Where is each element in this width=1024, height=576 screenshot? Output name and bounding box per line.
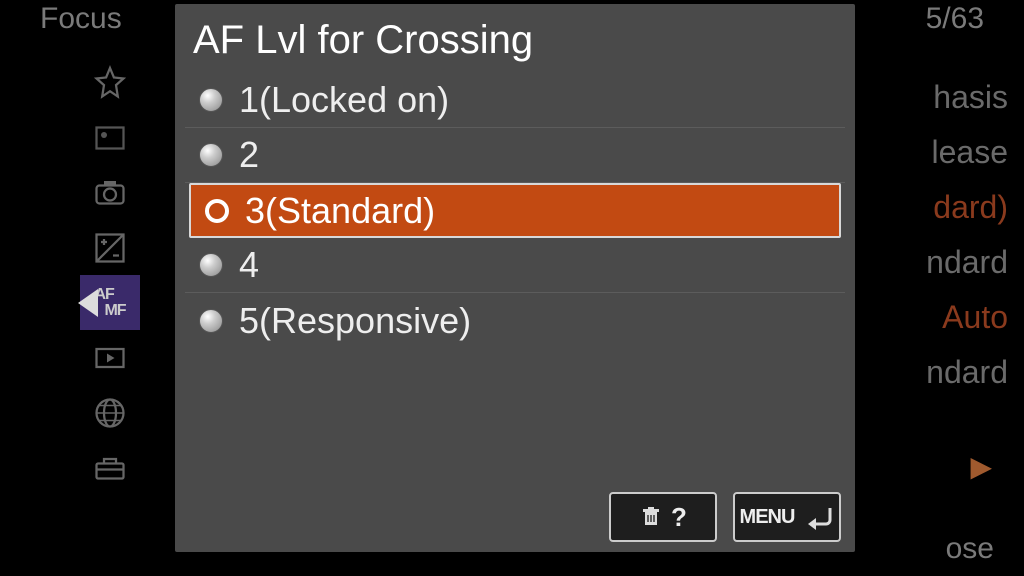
bg-value: hasis [926, 70, 1008, 125]
option-2[interactable]: 2 [185, 128, 845, 183]
globe-icon [92, 395, 128, 431]
option-label: 1(Locked on) [239, 79, 449, 121]
bg-value: ndard [926, 235, 1008, 290]
option-label: 4 [239, 244, 259, 286]
sidebar-item-exposure[interactable] [80, 110, 140, 165]
sidebar-item-setup[interactable] [80, 440, 140, 495]
options-dialog: AF Lvl for Crossing 1(Locked on) 2 3(Sta… [175, 4, 855, 552]
bg-header-left: Focus [40, 2, 122, 36]
active-indicator-icon [78, 289, 98, 317]
radio-icon [199, 253, 223, 277]
option-1-locked-on[interactable]: 1(Locked on) [185, 73, 845, 128]
sidebar-item-network[interactable] [80, 385, 140, 440]
radio-icon [199, 88, 223, 112]
camera-icon [92, 175, 128, 211]
dialog-footer: ? MENU [175, 482, 855, 552]
bg-value: Auto [926, 290, 1008, 345]
exposure-icon [92, 230, 128, 266]
sidebar-item-exposure-comp[interactable] [80, 220, 140, 275]
trash-icon [639, 505, 663, 529]
bg-value: dard) [926, 180, 1008, 235]
toolbox-icon [92, 450, 128, 486]
back-button[interactable]: MENU [733, 492, 841, 542]
option-label: 2 [239, 134, 259, 176]
image-icon [92, 120, 128, 156]
option-label: 5(Responsive) [239, 300, 471, 342]
sidebar-item-camera[interactable] [80, 165, 140, 220]
sidebar-item-star[interactable] [80, 55, 140, 110]
radio-icon [199, 309, 223, 333]
sidebar-item-afmf[interactable]: AF MF [80, 275, 140, 330]
menu-label: MENU [740, 506, 795, 529]
bg-scroll-arrow-icon: ▶ [970, 450, 992, 483]
bg-header-right: 5/63 [926, 2, 984, 36]
sidebar-item-playback[interactable] [80, 330, 140, 385]
bg-value: ndard [926, 345, 1008, 400]
sidebar: AF MF [80, 55, 150, 495]
bg-close-label: ose [946, 532, 994, 566]
star-icon [92, 65, 128, 101]
option-3-standard[interactable]: 3(Standard) [189, 183, 841, 238]
help-label: ? [671, 502, 687, 533]
afmf-label: AF MF [94, 287, 125, 319]
bg-right-values: hasis lease dard) ndard Auto ndard [926, 70, 1008, 400]
options-list: 1(Locked on) 2 3(Standard) 4 5(Responsiv… [175, 73, 855, 482]
radio-selected-icon [205, 199, 229, 223]
back-arrow-icon [802, 504, 834, 530]
play-icon [92, 340, 128, 376]
option-label: 3(Standard) [245, 190, 435, 232]
option-5-responsive[interactable]: 5(Responsive) [185, 293, 845, 348]
help-button[interactable]: ? [609, 492, 717, 542]
radio-icon [199, 143, 223, 167]
dialog-title: AF Lvl for Crossing [175, 4, 855, 73]
bg-value: lease [926, 125, 1008, 180]
option-4[interactable]: 4 [185, 238, 845, 293]
